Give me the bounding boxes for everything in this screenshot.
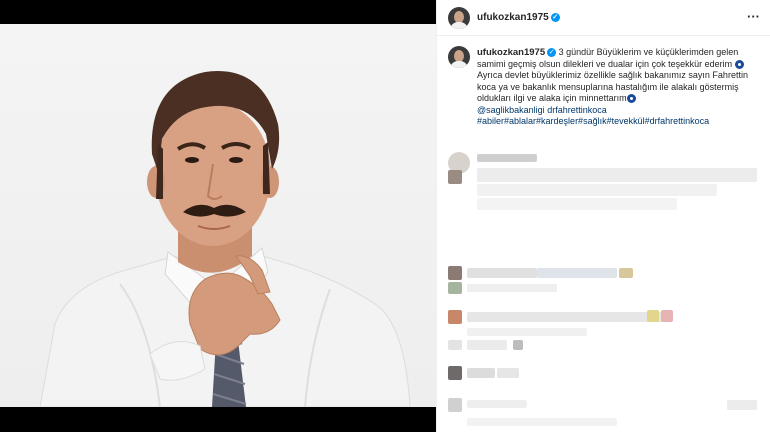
hashtags[interactable]: #abiler#ablalar#kardeşler#sağlık#tevekkü… <box>477 116 709 126</box>
blurred-text <box>477 198 677 210</box>
comments-section-blurred <box>437 150 770 432</box>
blurred-text <box>661 310 673 322</box>
blurred-text <box>467 340 507 350</box>
caption-avatar[interactable] <box>448 46 470 68</box>
blurred-text <box>727 400 757 410</box>
blurred-avatar <box>448 398 462 412</box>
post-photo-panel[interactable] <box>0 0 436 432</box>
blurred-text <box>477 184 717 196</box>
blurred-text <box>467 418 617 426</box>
blurred-avatar <box>448 310 462 324</box>
letterbox-top <box>0 0 436 24</box>
verified-badge-icon: ✓ <box>547 48 557 58</box>
header-username[interactable]: ufukozkan1975 <box>477 12 549 23</box>
blurred-text <box>467 268 537 278</box>
blurred-text <box>467 400 527 408</box>
nazar-bead-icon <box>626 94 636 104</box>
more-horizontal-icon[interactable]: ··· <box>747 9 760 24</box>
blurred-avatar <box>448 170 462 184</box>
blurred-text <box>513 340 523 350</box>
verified-badge-icon: ✓ <box>550 12 560 22</box>
blurred-text <box>477 168 757 182</box>
blurred-text <box>619 268 633 278</box>
mention-ministry[interactable]: @saglikbakanligi <box>477 105 545 115</box>
blurred-text <box>467 368 495 378</box>
post-photo <box>39 71 411 407</box>
blurred-avatar <box>448 266 462 280</box>
post-header: ufukozkan1975 ✓ ··· <box>437 0 770 36</box>
avatar[interactable] <box>448 7 470 29</box>
blurred-text <box>497 368 519 378</box>
avatar-shirt <box>450 22 468 29</box>
caption-username[interactable]: ufukozkan1975 <box>477 47 545 58</box>
blurred-text <box>647 310 659 322</box>
nazar-bead-icon <box>734 59 744 69</box>
blurred-text <box>537 268 617 278</box>
mention-doctor[interactable]: drfahrettinkoca <box>547 105 607 115</box>
letterbox-bottom <box>0 407 436 432</box>
blurred-text <box>467 284 557 292</box>
blurred-text <box>467 328 587 336</box>
caption-body: ufukozkan1975 ✓ 3 gündür Büyüklerim ve kü… <box>477 47 767 128</box>
avatar-shirt <box>450 61 468 68</box>
header-username-group: ufukozkan1975 ✓ <box>477 12 560 23</box>
caption-line-2: Ayrıca devlet büyüklerimiz özellikle sağ… <box>477 70 748 103</box>
blurred-avatar <box>448 366 462 380</box>
blurred-text <box>448 340 462 350</box>
blurred-text <box>467 312 667 322</box>
post-sidebar: ufukozkan1975 ✓ ··· ufukozkan1975 ✓ 3 günd… <box>436 0 770 432</box>
blurred-text <box>477 154 537 162</box>
blurred-avatar <box>448 282 462 294</box>
